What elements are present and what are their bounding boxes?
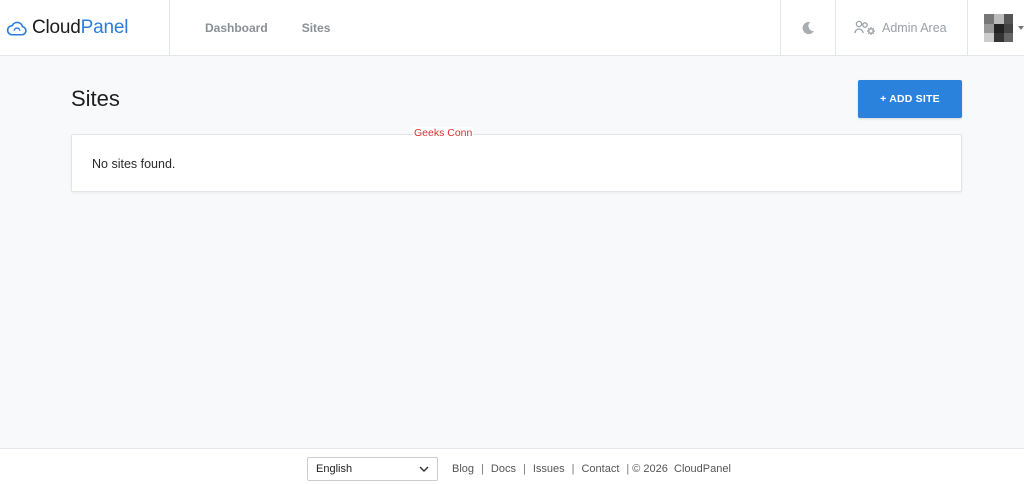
footer-links: Blog | Docs | Issues | Contact | © 2026 CloudPan… bbox=[452, 463, 731, 475]
brand-name-panel: Panel bbox=[80, 17, 129, 38]
top-bar: CloudPanel Dashboard Sites Admin Area bbox=[0, 0, 1024, 56]
users-gear-icon bbox=[854, 20, 875, 35]
main-nav: Dashboard Sites bbox=[205, 0, 364, 56]
footer: English Blog | Docs | Issues | Contact | © 2026 … bbox=[0, 448, 1024, 484]
brand-name: CloudPanel bbox=[32, 17, 128, 39]
language-select[interactable]: English bbox=[307, 457, 438, 481]
admin-area-button[interactable]: Admin Area bbox=[835, 0, 967, 56]
language-select-value: English bbox=[316, 463, 353, 475]
footer-link-contact[interactable]: Contact bbox=[581, 463, 619, 475]
nav-item-sites[interactable]: Sites bbox=[302, 21, 331, 35]
nav-item-dashboard[interactable]: Dashboard bbox=[205, 21, 268, 35]
empty-state-message: No sites found. bbox=[92, 157, 176, 171]
page-title: Sites bbox=[71, 86, 120, 111]
footer-copyright: © 2026 bbox=[632, 463, 668, 475]
add-site-button[interactable]: + ADD SITE bbox=[858, 80, 962, 118]
user-menu-button[interactable] bbox=[967, 0, 1024, 56]
avatar bbox=[984, 14, 1013, 42]
brand-logo[interactable]: CloudPanel bbox=[0, 0, 170, 56]
sites-list-card: No sites found. bbox=[71, 134, 962, 192]
cloud-icon bbox=[6, 21, 27, 36]
brand-name-cloud: Cloud bbox=[32, 17, 81, 38]
watermark-text: Geeks Conn bbox=[413, 127, 474, 139]
footer-copyright-name: CloudPanel bbox=[674, 463, 731, 475]
chevron-down-icon bbox=[419, 466, 429, 472]
theme-toggle-button[interactable] bbox=[780, 0, 835, 56]
footer-link-blog[interactable]: Blog bbox=[452, 463, 474, 475]
footer-link-issues[interactable]: Issues bbox=[533, 463, 565, 475]
moon-icon bbox=[802, 21, 814, 35]
footer-link-docs[interactable]: Docs bbox=[491, 463, 516, 475]
admin-area-label: Admin Area bbox=[882, 21, 947, 35]
caret-down-icon bbox=[1018, 26, 1024, 30]
